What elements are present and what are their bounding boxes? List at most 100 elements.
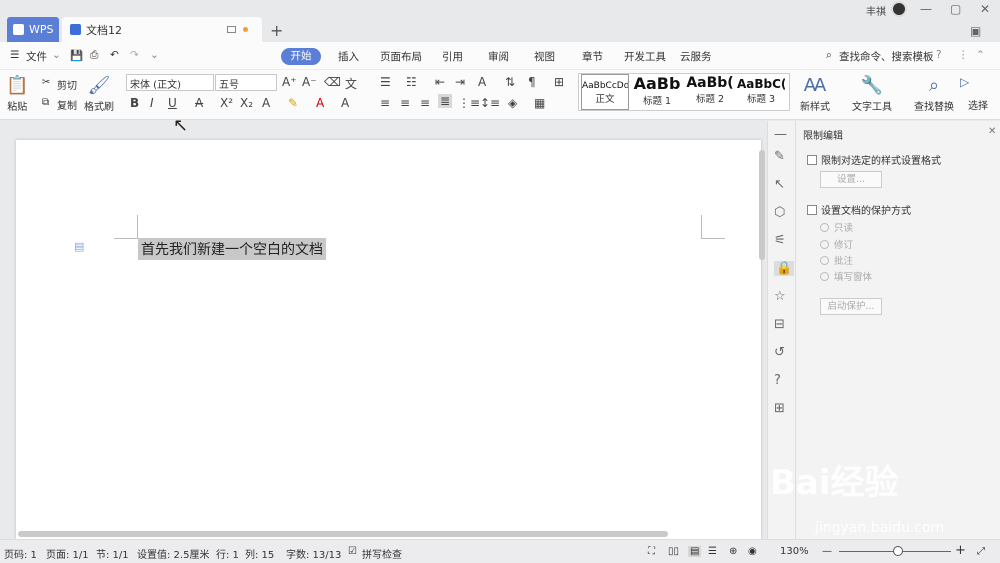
copy-button[interactable]: 复制 bbox=[57, 97, 77, 112]
archive-icon[interactable]: ⊟ bbox=[774, 317, 785, 332]
status-col[interactable]: 列: 15 bbox=[245, 546, 274, 561]
adjust-icon[interactable]: ⚟ bbox=[774, 233, 786, 248]
tab-review[interactable]: 审阅 bbox=[488, 49, 509, 64]
highlight-icon[interactable]: ✎ bbox=[288, 96, 298, 110]
sort-icon[interactable]: ⇅ bbox=[505, 75, 515, 89]
star-icon[interactable]: ☆ bbox=[774, 289, 786, 304]
status-expand-icon[interactable]: ⤢ bbox=[977, 546, 985, 557]
tab-references[interactable]: 引用 bbox=[442, 49, 463, 64]
avatar[interactable] bbox=[891, 1, 907, 17]
status-setting[interactable]: 设置值: 2.5厘米 bbox=[137, 546, 209, 561]
status-page-code[interactable]: 页码: 1 bbox=[4, 546, 37, 561]
save-icon[interactable]: 💾 bbox=[70, 49, 83, 62]
quick-access-more-icon[interactable]: ⌄ bbox=[150, 49, 159, 61]
window-layout-icon[interactable]: ▣ bbox=[970, 24, 981, 38]
select-icon[interactable]: ▷ bbox=[960, 75, 969, 89]
clear-format-icon[interactable]: ⌫ bbox=[324, 75, 341, 89]
spellcheck-button[interactable]: 拼写检查 bbox=[362, 546, 402, 561]
find-replace-button[interactable]: ⌕ 查找替换 bbox=[914, 74, 954, 113]
document-tab[interactable]: 文档12 bbox=[62, 17, 262, 42]
horizontal-scrollbar[interactable] bbox=[16, 530, 756, 538]
paste-button[interactable]: 📋 粘贴 bbox=[6, 74, 28, 113]
select-button[interactable]: 选择 bbox=[968, 97, 988, 112]
monitor-icon[interactable] bbox=[227, 26, 236, 33]
protect-method-box[interactable] bbox=[807, 204, 817, 215]
vertical-scroll-thumb[interactable] bbox=[759, 150, 765, 260]
selected-document-text[interactable]: 首先我们新建一个空白的文档 bbox=[138, 238, 326, 260]
new-style-button[interactable]: Ꜳ 新样式 bbox=[800, 74, 830, 113]
paragraph-handle-icon[interactable]: ▤ bbox=[74, 240, 84, 253]
shading-icon[interactable]: ◈ bbox=[508, 96, 517, 110]
character-shading-icon[interactable]: A bbox=[341, 96, 349, 110]
tab-page-layout[interactable]: 页面布局 bbox=[380, 49, 422, 64]
status-word-count[interactable]: 字数: 13/13 bbox=[286, 546, 341, 561]
lock-icon[interactable]: 🔒 bbox=[774, 261, 795, 276]
reading-view-icon[interactable]: ▯▯ bbox=[668, 546, 679, 557]
collapse-rail-icon[interactable]: — bbox=[774, 127, 787, 142]
more-options-icon[interactable]: ⋮ bbox=[958, 49, 969, 61]
phonetic-guide-icon[interactable]: 文 bbox=[345, 75, 357, 92]
option-track-changes[interactable]: 修订 bbox=[820, 237, 853, 251]
zoom-out-icon[interactable]: — bbox=[822, 546, 832, 557]
table-icon[interactable]: ⊞ bbox=[554, 75, 564, 89]
outline-view-icon[interactable]: ☰ bbox=[708, 546, 717, 557]
tab-view[interactable]: 视图 bbox=[534, 49, 555, 64]
radio-track-changes[interactable] bbox=[820, 239, 829, 249]
page-view-icon[interactable]: ▤ bbox=[688, 546, 702, 557]
bullet-list-icon[interactable]: ☰ bbox=[380, 75, 391, 89]
shrink-font-icon[interactable]: A⁻ bbox=[302, 75, 317, 89]
tab-home[interactable]: 开始 bbox=[281, 48, 321, 65]
show-marks-icon[interactable]: ¶ bbox=[528, 75, 536, 89]
zoom-in-icon[interactable]: + bbox=[955, 543, 966, 558]
wps-home-tab[interactable]: WPS bbox=[7, 17, 59, 42]
cut-icon[interactable]: ✂ bbox=[42, 77, 50, 88]
spellcheck-icon[interactable]: ☑ bbox=[348, 546, 357, 557]
cursor-select-icon[interactable]: ↖ bbox=[774, 177, 785, 192]
text-tools-button[interactable]: 🔧 文字工具 bbox=[852, 74, 892, 113]
tab-cloud-service[interactable]: 云服务 bbox=[680, 49, 712, 64]
restrict-format-box[interactable] bbox=[807, 154, 817, 165]
align-left-icon[interactable]: ≡ bbox=[380, 96, 390, 110]
option-fill-forms[interactable]: 填写窗体 bbox=[820, 269, 872, 283]
minimize-icon[interactable]: — bbox=[920, 2, 932, 16]
tab-developer[interactable]: 开发工具 bbox=[624, 49, 666, 64]
file-menu-chevron-icon[interactable]: ⌄ bbox=[52, 49, 61, 61]
undo-icon[interactable]: ↶ bbox=[110, 49, 119, 61]
strikethrough-icon[interactable]: A bbox=[195, 96, 203, 110]
bold-icon[interactable]: B bbox=[130, 96, 139, 110]
underline-icon[interactable]: U bbox=[168, 96, 177, 110]
zoom-level[interactable]: 130% bbox=[780, 546, 809, 557]
align-right-icon[interactable]: ≡ bbox=[420, 96, 430, 110]
format-painter-button[interactable]: 🖌 格式刷 bbox=[84, 74, 114, 113]
style-normal[interactable]: AaBbCcDd 正文 bbox=[581, 74, 629, 110]
close-icon[interactable]: ✕ bbox=[980, 2, 990, 16]
apps-icon[interactable]: ⊞ bbox=[774, 401, 785, 416]
history-icon[interactable]: ↺ bbox=[774, 345, 785, 360]
user-name[interactable]: 丰祺 bbox=[866, 3, 886, 18]
print-icon[interactable]: ⎙ bbox=[90, 49, 98, 62]
distributed-icon[interactable]: ⋮≡ bbox=[458, 96, 480, 110]
panel-title[interactable]: 限制编辑 bbox=[803, 127, 843, 142]
option-read-only[interactable]: 只读 bbox=[820, 220, 853, 234]
cut-button[interactable]: 剪切 bbox=[57, 77, 77, 92]
file-menu[interactable]: 文件 bbox=[26, 49, 47, 64]
document-page[interactable]: ▤ 首先我们新建一个空白的文档 bbox=[16, 140, 761, 539]
text-effects-icon[interactable]: A bbox=[262, 96, 270, 110]
web-view-icon[interactable]: ⊕ bbox=[729, 546, 737, 557]
shapes-icon[interactable]: ⬡ bbox=[774, 205, 785, 220]
grow-font-icon[interactable]: A⁺ bbox=[282, 75, 297, 89]
font-name-select[interactable]: 宋体 (正文) bbox=[126, 74, 214, 91]
status-row[interactable]: 行: 1 bbox=[216, 546, 239, 561]
protect-method-checkbox[interactable]: 设置文档的保护方式 bbox=[807, 202, 911, 217]
horizontal-scroll-thumb[interactable] bbox=[18, 531, 668, 537]
font-size-select[interactable]: 五号 bbox=[215, 74, 277, 91]
style-heading-2[interactable]: AaBb( 标题 2 bbox=[685, 74, 735, 110]
command-search-input[interactable]: 查找命令、搜索模板 bbox=[839, 49, 934, 64]
numbered-list-icon[interactable]: ☷ bbox=[406, 75, 417, 89]
increase-indent-icon[interactable]: ⇥ bbox=[455, 75, 465, 89]
align-center-icon[interactable]: ≡ bbox=[400, 96, 410, 110]
chinese-layout-icon[interactable]: A bbox=[478, 75, 486, 89]
hamburger-menu-icon[interactable]: ☰ bbox=[10, 49, 19, 61]
vertical-scrollbar[interactable] bbox=[757, 140, 767, 525]
italic-icon[interactable]: I bbox=[150, 96, 154, 110]
